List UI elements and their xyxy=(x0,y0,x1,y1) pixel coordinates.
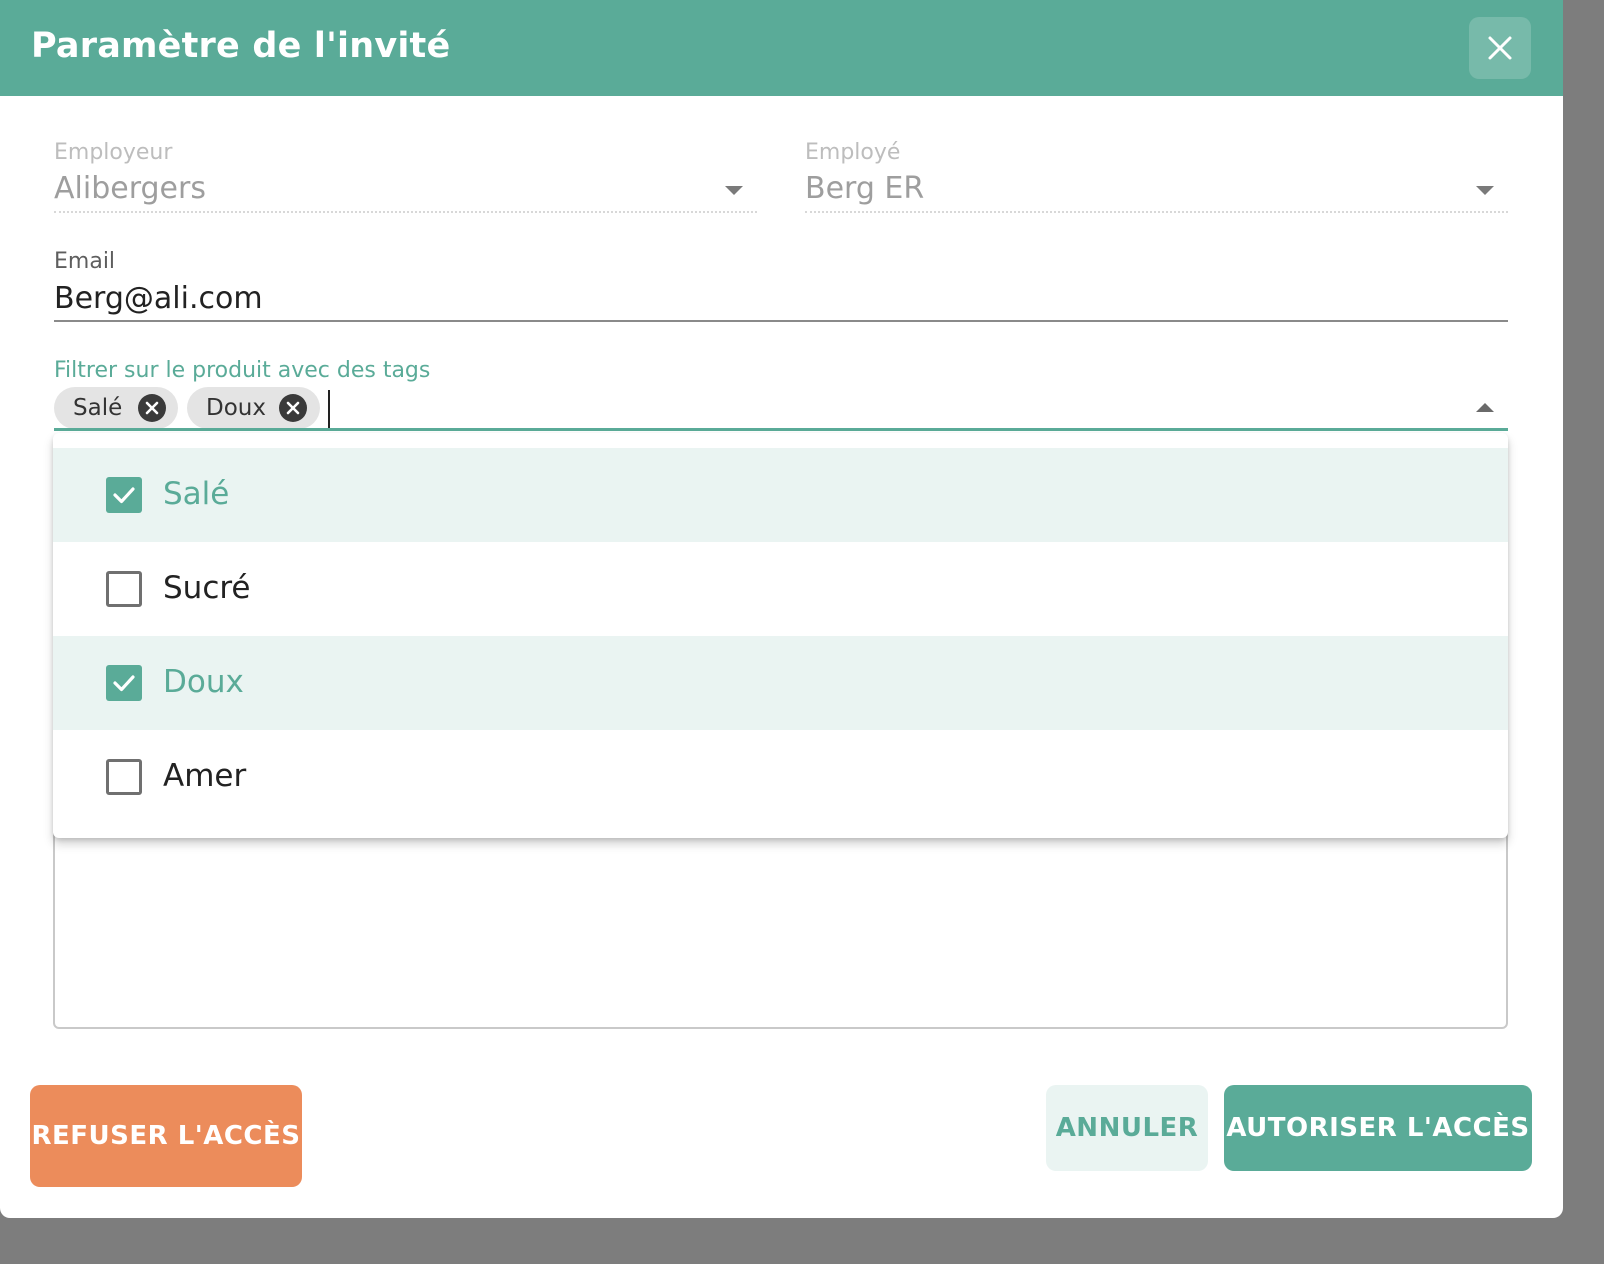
tag-chip-doux: Doux xyxy=(187,387,320,429)
dropdown-option-label: Doux xyxy=(163,664,244,700)
refuse-access-button[interactable]: REFUSER L'ACCÈS xyxy=(30,1085,302,1187)
dropdown-option-amer[interactable]: Amer xyxy=(53,730,1508,824)
employer-select[interactable]: Alibergers xyxy=(54,170,206,208)
employer-chevron-down-icon[interactable] xyxy=(725,186,743,195)
email-underline xyxy=(54,320,1508,322)
close-icon xyxy=(1488,36,1512,60)
employee-label: Employé xyxy=(805,140,901,165)
tag-chip-label: Salé xyxy=(73,395,123,421)
dropdown-option-sucre[interactable]: Sucré xyxy=(53,542,1508,636)
cancel-button[interactable]: ANNULER xyxy=(1046,1085,1208,1171)
dialog-title: Paramètre de l'invité xyxy=(31,26,451,66)
dropdown-option-label: Salé xyxy=(163,476,230,512)
employee-underline xyxy=(805,211,1508,213)
tags-filter-label: Filtrer sur le produit avec des tags xyxy=(54,358,431,383)
email-label: Email xyxy=(54,249,116,274)
remove-chip-icon[interactable] xyxy=(138,394,166,422)
dropdown-option-sale[interactable]: Salé xyxy=(53,448,1508,542)
employer-label: Employeur xyxy=(54,140,173,165)
tag-chip-sale: Salé xyxy=(54,387,178,429)
tags-dropdown-menu: Salé Sucré Doux Amer xyxy=(53,433,1508,838)
close-button[interactable] xyxy=(1469,17,1531,79)
email-field[interactable]: Berg@ali.com xyxy=(54,280,263,318)
guest-settings-dialog: Paramètre de l'invité Employeur Aliberge… xyxy=(0,0,1563,1218)
remove-chip-icon[interactable] xyxy=(279,394,307,422)
checkbox-unchecked-icon[interactable] xyxy=(106,571,142,607)
allow-access-button[interactable]: AUTORISER L'ACCÈS xyxy=(1224,1085,1532,1171)
dropdown-option-label: Sucré xyxy=(163,570,251,606)
employer-underline xyxy=(54,211,757,213)
tags-input-underline xyxy=(54,428,1508,431)
tag-chip-label: Doux xyxy=(206,395,266,421)
tags-chevron-up-icon[interactable] xyxy=(1476,403,1494,412)
dialog-header: Paramètre de l'invité xyxy=(0,0,1563,96)
checkbox-checked-icon[interactable] xyxy=(106,477,142,513)
tags-input-cursor[interactable] xyxy=(328,390,330,428)
checkbox-unchecked-icon[interactable] xyxy=(106,759,142,795)
employee-chevron-down-icon[interactable] xyxy=(1476,186,1494,195)
dropdown-option-doux[interactable]: Doux xyxy=(53,636,1508,730)
checkbox-checked-icon[interactable] xyxy=(106,665,142,701)
employee-select[interactable]: Berg ER xyxy=(805,170,924,208)
dropdown-option-label: Amer xyxy=(163,758,247,794)
